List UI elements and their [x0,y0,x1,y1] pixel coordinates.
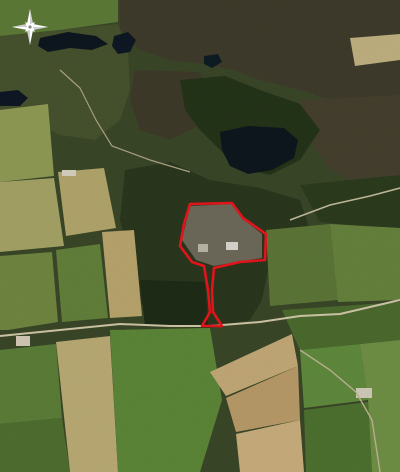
site-building [198,244,208,252]
field-east-1 [266,224,338,306]
field-south-8 [300,344,368,408]
field-west-1 [0,104,54,182]
field-west-5 [56,244,108,322]
site-building [226,242,238,250]
farm-building [62,170,76,176]
field-south-1 [0,344,62,424]
field-east-2 [330,224,400,302]
field-west-2 [0,178,64,252]
forest-southwest-block [140,280,208,326]
field-south-4 [110,328,222,472]
aerial-photo [0,0,400,472]
farm-building [16,336,30,346]
field-west-4 [0,252,58,330]
aerial-map[interactable] [0,0,400,472]
field-south-9 [304,402,372,472]
field-south-3 [0,418,70,472]
compass-rose-icon [11,8,49,46]
